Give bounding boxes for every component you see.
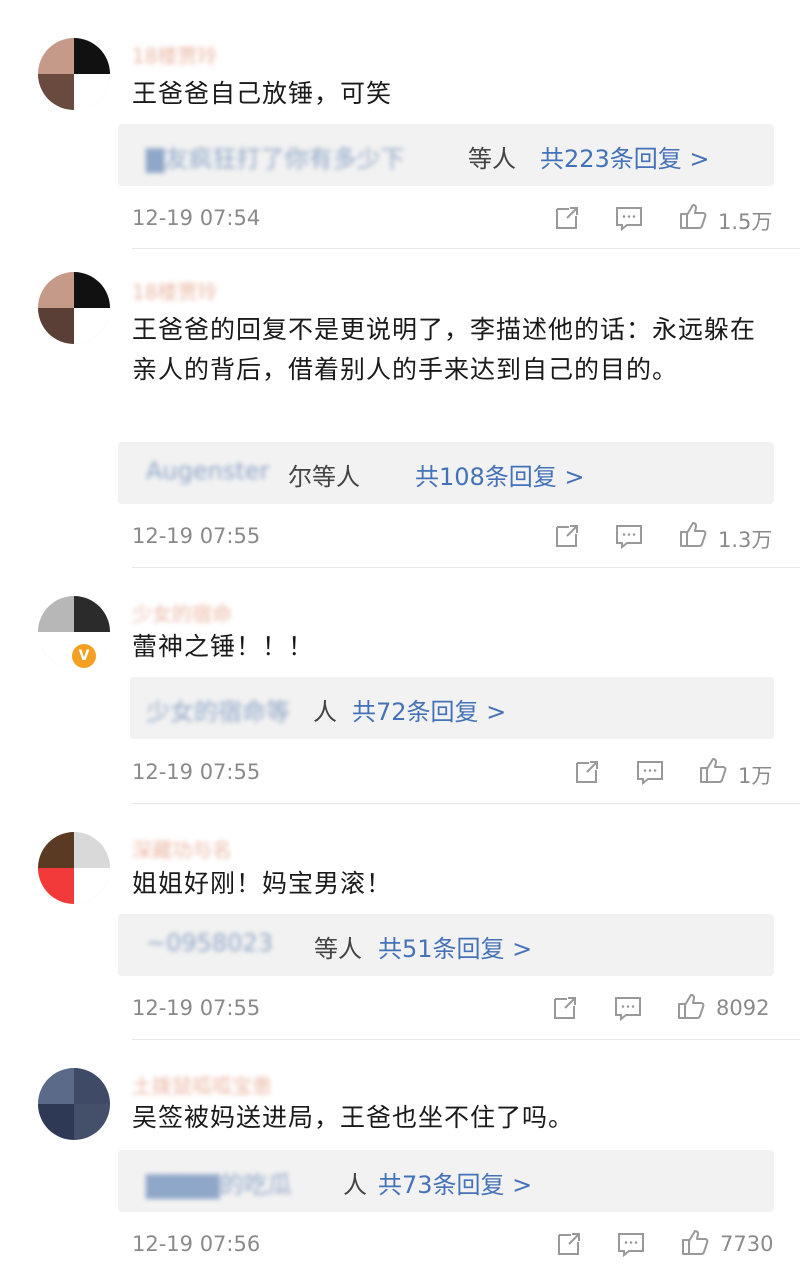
avatar-tile	[38, 868, 74, 904]
like-count: 1.5万	[718, 210, 773, 234]
timestamp: 12-19 07:55	[132, 760, 261, 784]
reply-others-label: 人	[343, 1171, 367, 1199]
avatar-tile	[74, 1068, 110, 1104]
username[interactable]: 18楼贾玲	[132, 276, 217, 305]
avatar-tile	[74, 308, 110, 344]
like-count: 1万	[738, 764, 773, 788]
comment-text: 王爸爸的回复不是更说明了，李描述他的话：永远躲在亲人的背后，借着别人的手来达到自…	[132, 315, 757, 384]
share-icon[interactable]	[550, 993, 580, 1023]
avatar-tile	[38, 38, 74, 74]
reply-usernames: 少女的宿命等	[146, 698, 290, 726]
avatar-tile	[74, 868, 110, 904]
avatar-tile	[38, 308, 74, 344]
comment-icon[interactable]	[613, 993, 643, 1023]
avatar-tile	[74, 38, 110, 74]
avatar-tile	[38, 74, 74, 110]
reply-others-label: 等人	[468, 145, 516, 173]
reply-summary[interactable]: ▇友疯狂打了你有多少下 等人 共223条回复 >	[118, 124, 774, 186]
avatar[interactable]	[38, 832, 110, 904]
comment-icon[interactable]	[635, 757, 665, 787]
reply-summary[interactable]: 少女的宿命等 人 共72条回复 >	[130, 677, 774, 739]
reply-count-link[interactable]: 共73条回复 >	[378, 1165, 532, 1200]
like-count: 1.3万	[718, 528, 773, 552]
reply-summary[interactable]: Augenster 尔等人 共108条回复 >	[118, 442, 774, 504]
comment-icon[interactable]	[614, 203, 644, 233]
avatar-tile	[38, 632, 74, 668]
avatar-tile	[74, 1104, 110, 1140]
avatar-tile	[38, 1104, 74, 1140]
like-count: 7730	[720, 1232, 774, 1256]
avatar-tile	[74, 596, 110, 632]
divider	[132, 567, 800, 568]
comment-text: 蕾神之锤！！！	[132, 632, 315, 661]
comment-text: 姐姐好刚！妈宝男滚！	[132, 869, 393, 898]
reply-others-label: 等人	[314, 935, 362, 963]
comment-text: 王爸爸自己放锤，可笑	[132, 79, 393, 108]
share-icon[interactable]	[552, 203, 582, 233]
thumbs-up-icon[interactable]	[678, 519, 708, 549]
share-icon[interactable]	[552, 521, 582, 551]
avatar-tile	[38, 596, 74, 632]
reply-count-link[interactable]: 共108条回复 >	[415, 457, 585, 492]
verified-badge-icon: V	[70, 642, 98, 670]
timestamp: 12-19 07:56	[132, 1232, 261, 1256]
avatar-tile	[74, 832, 110, 868]
thumbs-up-icon[interactable]	[698, 755, 728, 785]
comment-icon[interactable]	[616, 1229, 646, 1259]
avatar[interactable]	[38, 272, 110, 344]
reply-count-link[interactable]: 共72条回复 >	[352, 692, 506, 727]
reply-usernames: ▇▇▇▇的吃瓜	[146, 1171, 292, 1199]
avatar-tile	[38, 1068, 74, 1104]
avatar-tile	[38, 832, 74, 868]
avatar[interactable]	[38, 38, 110, 110]
comment-icon[interactable]	[614, 521, 644, 551]
divider	[132, 1039, 800, 1040]
username[interactable]: 土拨鼠呱呱宝患	[132, 1070, 272, 1099]
reply-others-label: 人	[313, 698, 337, 726]
divider	[132, 248, 800, 249]
timestamp: 12-19 07:54	[132, 206, 261, 230]
reply-count-link[interactable]: 共223条回复 >	[540, 139, 710, 174]
avatar-tile	[38, 272, 74, 308]
timestamp: 12-19 07:55	[132, 524, 261, 548]
username[interactable]: 深藏功与名	[132, 834, 232, 863]
avatar-tile	[74, 74, 110, 110]
reply-others-label: 尔等人	[288, 463, 360, 491]
share-icon[interactable]	[572, 757, 602, 787]
reply-summary[interactable]: ~0958023 等人 共51条回复 >	[118, 914, 774, 976]
divider	[132, 803, 800, 804]
username[interactable]: 18楼贾玲	[132, 40, 217, 69]
share-icon[interactable]	[554, 1229, 584, 1259]
thumbs-up-icon[interactable]	[678, 201, 708, 231]
reply-count-link[interactable]: 共51条回复 >	[378, 929, 532, 964]
reply-usernames: Augenster	[146, 457, 270, 485]
thumbs-up-icon[interactable]	[680, 1227, 710, 1257]
reply-usernames: ▇友疯狂打了你有多少下	[146, 145, 405, 173]
comment-text: 吴签被妈送进局，王爸也坐不住了吗。	[132, 1103, 575, 1132]
avatar-tile	[74, 272, 110, 308]
avatar[interactable]	[38, 1068, 110, 1140]
like-count: 8092	[716, 996, 770, 1020]
username[interactable]: 少女的宿命	[132, 598, 232, 627]
thumbs-up-icon[interactable]	[676, 991, 706, 1021]
reply-usernames: ~0958023	[146, 929, 273, 957]
timestamp: 12-19 07:55	[132, 996, 261, 1020]
reply-summary[interactable]: ▇▇▇▇的吃瓜 人 共73条回复 >	[118, 1150, 774, 1212]
